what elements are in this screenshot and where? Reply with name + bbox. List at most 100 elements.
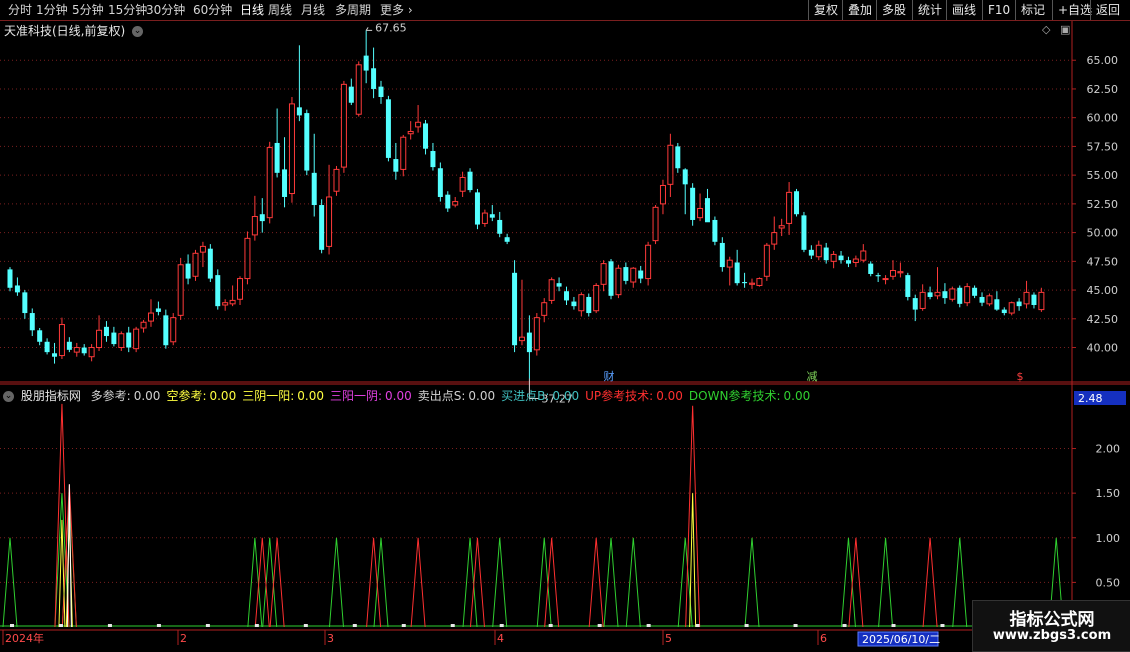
toolbar-button-5[interactable]: F10 [988, 2, 1010, 18]
candle-body-down [163, 315, 169, 346]
indicator-field-0: 多参考: 0.00 [91, 389, 161, 403]
candle-body-down [207, 248, 213, 279]
toolbar-button-1[interactable]: 叠加 [848, 2, 872, 18]
toolbar: 分时 1分钟 5分钟 15分钟 30分钟 60分钟 日线 周线 月线 多周期 更多 › 复权 叠加 多股统… [0, 0, 1130, 21]
chevron-down-icon[interactable]: ⌄ [3, 391, 14, 402]
toolbar-button-0[interactable]: 复权 [814, 2, 838, 18]
restore-icon[interactable]: ▣ [1060, 23, 1070, 36]
candle-body-down [14, 285, 20, 293]
baseline-marker [107, 624, 112, 627]
price-tick-label: 65.00 [1087, 54, 1119, 67]
tab-4[interactable]: 30分钟 [146, 2, 185, 18]
price-tick-label: 42.50 [1087, 313, 1119, 326]
indicator-field-6: UP参考技术: 0.00 [585, 389, 683, 403]
indicator-tick-label: 1.00 [1096, 532, 1121, 545]
candle-body-down [282, 169, 288, 197]
toolbar-button-4[interactable]: 画线 [952, 2, 976, 18]
candle-body-up [518, 336, 525, 342]
diamond-icon[interactable]: ◇ [1042, 23, 1050, 36]
time-axis-label: 4 [497, 632, 504, 645]
candle-body-up [333, 168, 340, 192]
candle-body-down [808, 249, 814, 256]
chart-canvas[interactable]: 65.0062.5060.0057.5055.0052.5050.0047.50… [0, 0, 1130, 650]
candle-body-down [912, 298, 918, 310]
candle-body-down [571, 301, 577, 307]
candle-body-down [155, 308, 161, 312]
tab-0[interactable]: 分时 [8, 2, 32, 18]
candle-body-up [118, 333, 125, 349]
candle-body-down [311, 172, 317, 206]
candle-body-down [838, 255, 844, 261]
high-marker [365, 27, 373, 31]
indicator-legend: ⌄ 股朋指标网 多参考: 0.00 空参考: 0.00 三阴一阳: 0.00 三阳一阴: 0.… [3, 387, 816, 404]
indicator-field-label: UP参考技术: [585, 389, 654, 403]
price-tick-label: 40.00 [1087, 342, 1119, 355]
candle-body-up [645, 244, 652, 280]
candle-body-up [88, 347, 95, 358]
indicator-field-7: DOWN参考技术: 0.00 [689, 389, 810, 403]
candle-body-up [251, 216, 258, 236]
tab-1[interactable]: 1分钟 [36, 2, 68, 18]
candle-body-up [229, 299, 236, 305]
candle-body-up [749, 282, 755, 285]
red-spike [685, 405, 701, 628]
candle-body-up [815, 244, 822, 258]
candle-body-up [133, 328, 140, 350]
indicator-field-label: 买进点B: [501, 389, 550, 403]
candle-body-down [845, 260, 851, 264]
candle-body-up [882, 278, 889, 281]
candle-body-down [378, 86, 384, 97]
indicator-field-value: 0.00 [209, 389, 237, 403]
candle-body-down [363, 55, 369, 71]
candle-body-up [415, 121, 422, 128]
baseline-marker [891, 624, 896, 627]
tab-8[interactable]: 月线 [301, 2, 325, 18]
indicator-field-label: 卖出点S: [417, 389, 466, 403]
candle-body-up [934, 291, 941, 297]
time-axis-label: 6 [820, 632, 827, 645]
toolbar-button-7[interactable]: +自选 [1058, 2, 1092, 18]
candle-body-up [778, 225, 785, 229]
candle-body-down [704, 198, 710, 223]
toolbar-separator [1090, 0, 1091, 20]
tab-2[interactable]: 5分钟 [72, 2, 104, 18]
candle-body-up [96, 329, 103, 349]
candle-body-up [140, 321, 147, 329]
tab-9[interactable]: 多周期 [335, 2, 371, 18]
tab-7[interactable]: 周线 [268, 2, 292, 18]
candle-body-down [868, 263, 874, 274]
tab-5[interactable]: 60分钟 [193, 2, 232, 18]
toolbar-separator [912, 0, 913, 20]
baseline-marker [352, 624, 357, 627]
toolbar-separator [842, 0, 843, 20]
green-spike [603, 537, 619, 628]
toolbar-separator [876, 0, 877, 20]
time-axis-label: 2024年 [5, 631, 44, 645]
candle-body-up [1008, 302, 1015, 314]
candle-body-down [319, 205, 325, 250]
toolbar-button-2[interactable]: 多股 [882, 2, 906, 18]
event-marker-2: $ [1017, 370, 1024, 383]
price-tick-label: 57.50 [1087, 140, 1119, 153]
tab-3[interactable]: 15分钟 [108, 2, 147, 18]
candle-body-up [541, 302, 548, 316]
chevron-down-icon[interactable]: ⌄ [132, 26, 144, 37]
candle-body-down [430, 151, 436, 168]
toolbar-button-6[interactable]: 标记 [1021, 2, 1045, 18]
indicator-field-label: 多参考: [90, 389, 131, 403]
candle-body-down [103, 326, 109, 337]
toolbar-button-8[interactable]: 返回 [1096, 2, 1120, 18]
candle-body-up [860, 250, 867, 261]
toolbar-button-3[interactable]: 统计 [918, 2, 942, 18]
tab-6[interactable]: 日线 [240, 2, 264, 18]
candle-body-down [719, 242, 725, 268]
candle-body-down [1031, 294, 1037, 306]
price-tick-label: 62.50 [1087, 83, 1119, 96]
price-tick-label: 60.00 [1087, 112, 1119, 125]
baseline-marker [303, 624, 308, 627]
candle-body-up [400, 136, 407, 170]
candle-body-up [147, 312, 154, 322]
candle-body-down [734, 262, 740, 284]
candle-body-down [942, 291, 948, 299]
tab-10[interactable]: 更多 › [380, 2, 413, 18]
